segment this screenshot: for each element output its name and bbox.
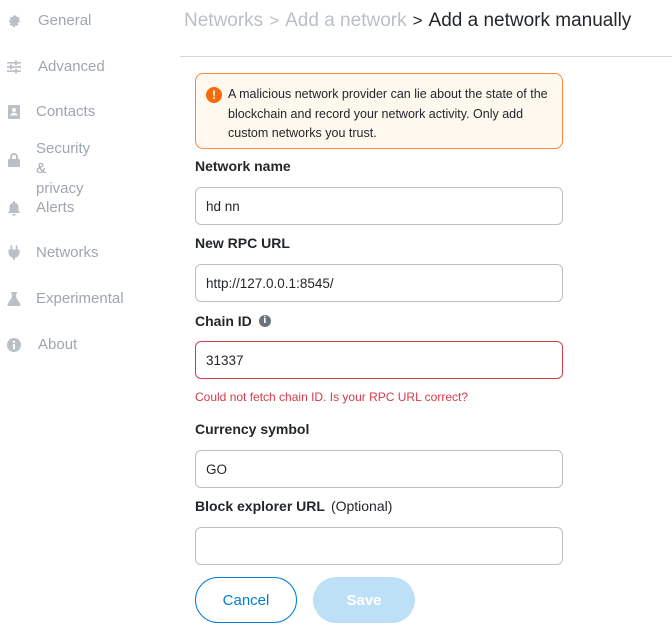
info-circle-icon: [6, 337, 22, 353]
gear-icon: [6, 13, 22, 29]
rpc-url-label: New RPC URL: [195, 235, 290, 251]
currency-symbol-label: Currency symbol: [195, 421, 310, 437]
info-icon[interactable]: i: [258, 315, 271, 327]
block-explorer-label: Block explorer URL (Optional): [195, 498, 392, 514]
chain-id-error-message: Could not fetch chain ID. Is your RPC UR…: [195, 390, 468, 404]
sidebar-item-label: Security & privacy: [36, 140, 91, 197]
block-explorer-label-text: Block explorer URL: [195, 498, 325, 514]
network-name-input[interactable]: [195, 187, 563, 225]
plug-icon: [6, 245, 22, 261]
sliders-icon: [6, 59, 22, 75]
currency-symbol-input[interactable]: [195, 450, 563, 488]
lock-icon: [6, 152, 22, 168]
bell-icon: [6, 200, 22, 216]
save-button[interactable]: Save: [313, 577, 415, 623]
block-explorer-input[interactable]: [195, 527, 563, 565]
chain-id-label-text: Chain ID: [195, 313, 252, 329]
sidebar-item-label: Advanced: [38, 58, 105, 75]
header-divider: [180, 56, 672, 57]
optional-tag: (Optional): [330, 498, 393, 514]
warning-banner: ! A malicious network provider can lie a…: [195, 73, 563, 149]
warning-text: A malicious network provider can lie abo…: [228, 87, 548, 140]
contact-book-icon: [6, 104, 22, 120]
chevron-right-icon: >: [269, 11, 280, 30]
sidebar-item-label: Experimental: [36, 290, 124, 307]
sidebar-item-label: Contacts: [36, 103, 96, 120]
breadcrumb-networks[interactable]: Networks: [184, 10, 263, 31]
flask-icon: [6, 291, 22, 307]
cancel-button[interactable]: Cancel: [195, 577, 297, 623]
page-title: Add a network manually: [428, 10, 632, 31]
breadcrumb-add-network[interactable]: Add a network: [285, 10, 406, 31]
sidebar-item-label: Alerts: [36, 199, 75, 216]
sidebar-item-label: General: [38, 12, 92, 29]
chain-id-label: Chain ID i: [195, 313, 271, 329]
network-name-label: Network name: [195, 158, 291, 174]
rpc-url-input[interactable]: [195, 264, 563, 302]
breadcrumb: Networks > Add a network > Add a network man…: [184, 9, 631, 33]
warning-icon: !: [206, 87, 222, 103]
chain-id-input[interactable]: [195, 341, 563, 379]
chevron-right-icon: >: [412, 11, 423, 30]
sidebar-item-label: Networks: [36, 244, 99, 261]
settings-sidebar: General Advanced Contacts Security & pri…: [0, 0, 180, 638]
sidebar-item-label: About: [38, 336, 78, 353]
